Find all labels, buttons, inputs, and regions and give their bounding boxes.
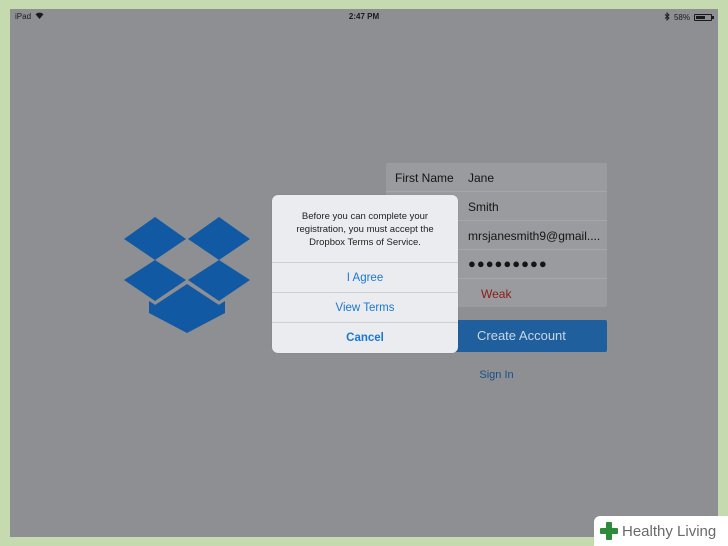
status-bar: iPad 2:47 PM 58% [10, 9, 718, 24]
dropbox-logo-icon [124, 217, 250, 333]
watermark-text: Healthy Living [622, 522, 717, 540]
health-cross-icon [598, 520, 620, 542]
cancel-button[interactable]: Cancel [272, 322, 458, 353]
status-right: 58% [664, 11, 714, 23]
healthy-living-watermark: Healthy Living [594, 516, 728, 546]
first-name-row[interactable]: First Name Jane [386, 163, 607, 192]
alert-message: Before you can complete your registratio… [296, 211, 434, 248]
first-name-field[interactable]: Jane [468, 171, 602, 185]
password-strength-indicator: Weak [481, 287, 512, 301]
battery-percent: 58% [673, 13, 690, 22]
ipad-screen: iPad 2:47 PM 58% First Name Jane Smith m… [10, 9, 718, 537]
last-name-field[interactable]: Smith [468, 200, 602, 214]
battery-icon [694, 14, 714, 21]
agree-button[interactable]: I Agree [272, 262, 458, 292]
status-time: 2:47 PM [348, 12, 380, 21]
email-field[interactable]: mrsjanesmith9@gmail.... [468, 229, 602, 243]
terms-alert-dialog: Before you can complete your registratio… [272, 195, 458, 353]
view-terms-button[interactable]: View Terms [272, 292, 458, 322]
password-field[interactable]: ●●●●●●●●● [468, 256, 602, 271]
first-name-label: First Name [395, 171, 454, 185]
bluetooth-icon [664, 11, 670, 23]
sign-in-link[interactable]: Sign In [386, 369, 607, 381]
